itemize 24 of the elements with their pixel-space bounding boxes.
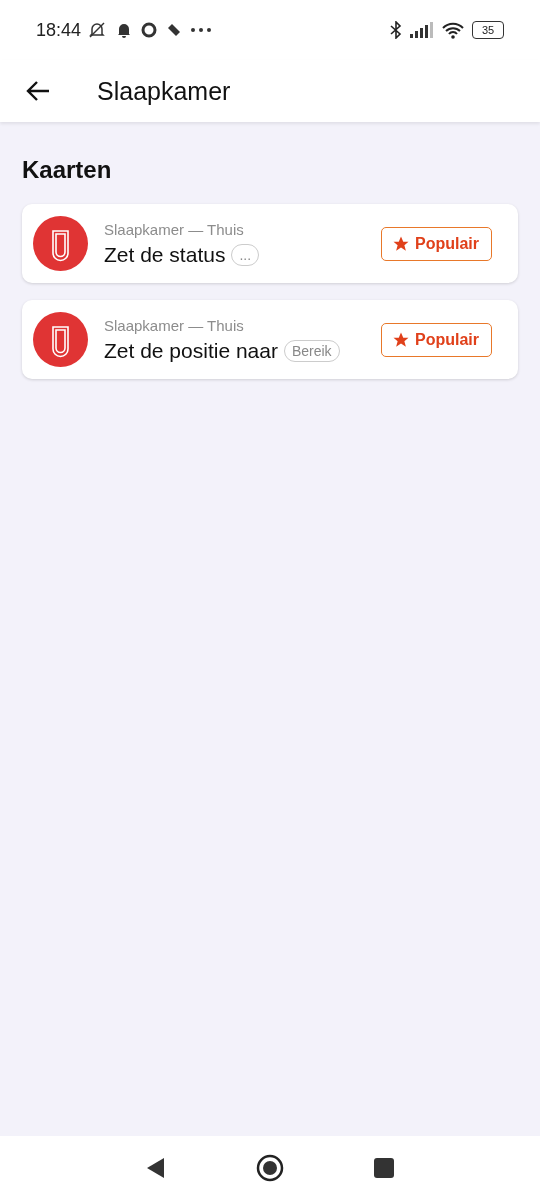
page-title: Slaapkamer — [97, 76, 231, 106]
badge-label: Populair — [415, 234, 479, 253]
signal-icon — [410, 22, 434, 38]
ring-icon — [141, 22, 158, 38]
recents-nav-icon[interactable] — [374, 1158, 394, 1178]
muted-bell-icon — [87, 20, 108, 40]
more-icon — [191, 28, 212, 32]
card-subtitle: Slaapkamer — Thuis — [104, 220, 245, 238]
card-title: Zet de positie naar — [104, 338, 278, 363]
device-icon — [33, 216, 88, 271]
bluetooth-icon — [390, 21, 402, 39]
card-subtitle: Slaapkamer — Thuis — [104, 316, 245, 334]
flow-card[interactable]: Slaapkamer — Thuis Zet de positie naar Bereik Populair — [22, 300, 518, 379]
badge-label: Populair — [415, 330, 479, 349]
device-icon — [33, 312, 88, 367]
flow-card[interactable]: Slaapkamer — Thuis Zet de status ... Populair — [22, 204, 518, 283]
wifi-icon — [442, 21, 464, 39]
battery-level: 35 — [472, 21, 504, 39]
back-nav-icon[interactable] — [146, 1157, 166, 1179]
bell-icon — [117, 22, 132, 38]
status-time: 18:44 — [36, 19, 82, 41]
card-title: Zet de status — [104, 242, 226, 267]
section-heading: Kaarten — [22, 156, 113, 184]
home-nav-icon[interactable] — [256, 1154, 284, 1182]
